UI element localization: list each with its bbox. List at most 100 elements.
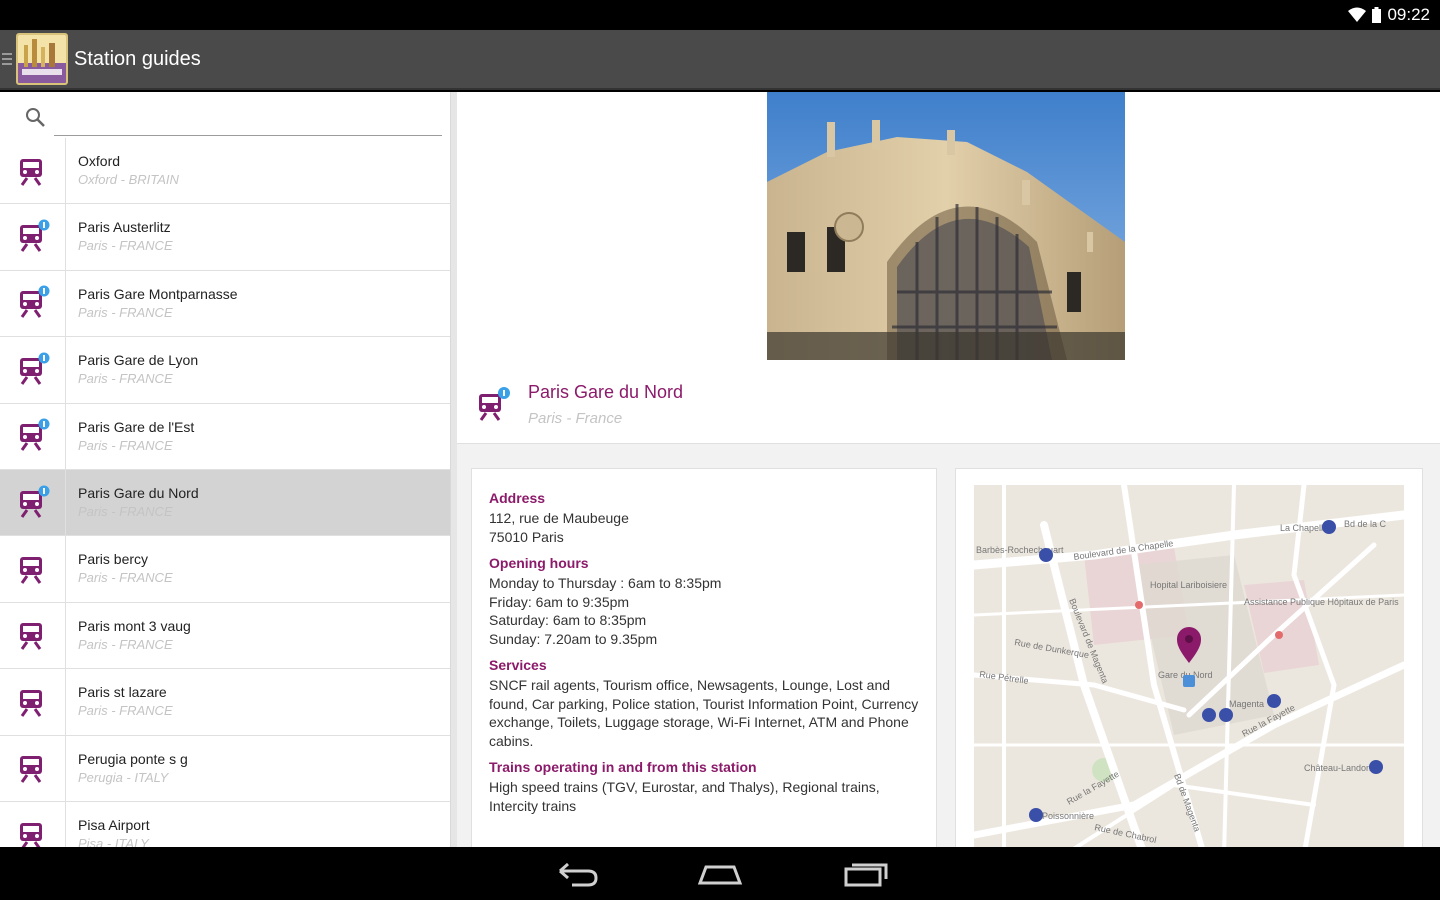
station-icon-cell xyxy=(0,669,66,735)
map-label: Poissonnière xyxy=(1042,811,1094,821)
station-icon-cell xyxy=(0,735,66,801)
map-card: Boulevard de la Chapelle Boulevard de Ma… xyxy=(955,468,1423,847)
station-location: Paris - FRANCE xyxy=(78,570,173,586)
station-icon-cell xyxy=(0,469,66,536)
station-header: Paris Gare du Nord Paris - France xyxy=(457,92,1440,444)
station-subtitle: Paris - France xyxy=(528,410,623,427)
train-icon xyxy=(19,285,49,319)
station-location: Paris - FRANCE xyxy=(78,503,173,519)
station-name: Perugia ponte s g xyxy=(78,750,188,767)
station-list-item[interactable]: Paris bercy Paris - FRANCE xyxy=(0,536,450,603)
station-name: Paris mont 3 vaug xyxy=(78,617,191,634)
map-label: Bd de la C xyxy=(1344,519,1387,529)
station-text: Oxford Oxford - BRITAIN xyxy=(66,138,179,203)
train-icon xyxy=(19,689,42,717)
search-bar xyxy=(0,92,450,138)
station-list-item[interactable]: Paris Gare de Lyon Paris - FRANCE xyxy=(0,337,450,404)
station-location: Paris - FRANCE xyxy=(78,238,173,254)
map-label: La Chapelle xyxy=(1280,523,1328,533)
station-text: Paris Gare du Nord Paris - FRANCE xyxy=(66,470,199,535)
hours-line: Monday to Thursday : 6am to 8:35pm xyxy=(489,575,722,591)
station-list-item[interactable]: Paris Austerlitz Paris - FRANCE xyxy=(0,204,450,271)
station-list-item[interactable]: Oxford Oxford - BRITAIN xyxy=(0,138,450,205)
drawer-indicator-icon[interactable] xyxy=(2,53,12,65)
trains-text: High speed trains (TGV, Eurostar, and Th… xyxy=(489,779,880,814)
train-icon xyxy=(19,352,49,385)
train-badge-icon xyxy=(479,387,510,421)
station-location: Paris - FRANCE xyxy=(78,304,173,320)
main-content: Oxford Oxford - BRITAIN Paris Austerlitz… xyxy=(0,92,1440,847)
station-location: Pisa - ITALY xyxy=(78,835,149,847)
home-icon[interactable] xyxy=(696,859,744,889)
station-text: Paris st lazare Paris - FRANCE xyxy=(66,669,173,734)
station-list: Oxford Oxford - BRITAIN Paris Austerlitz… xyxy=(0,138,450,847)
station-name: Paris Austerlitz xyxy=(78,219,171,236)
station-photo xyxy=(767,92,1125,360)
station-detail-pane: Paris Gare du Nord Paris - France Addres… xyxy=(457,92,1440,847)
station-text: Paris Austerlitz Paris - FRANCE xyxy=(66,204,173,269)
station-name: Pisa Airport xyxy=(78,816,150,833)
station-icon-cell xyxy=(0,403,66,469)
hours-line: Sunday: 7.20am to 9.35pm xyxy=(489,630,658,647)
map-label: Magenta xyxy=(1229,699,1264,709)
trains-heading: Trains operating in and from this statio… xyxy=(489,759,757,775)
address-heading: Address xyxy=(489,490,546,506)
station-name: Paris Gare de Lyon xyxy=(78,352,199,369)
address-text: 112, rue de Maubeuge 75010 Paris xyxy=(489,509,919,546)
services-text: SNCF rail agents, Tourism office, Newsag… xyxy=(489,677,919,749)
station-location: Paris - FRANCE xyxy=(78,703,173,719)
app-title: Station guides xyxy=(74,47,201,70)
search-icon xyxy=(26,108,45,127)
station-icon-cell xyxy=(0,204,66,270)
wifi-icon xyxy=(1348,7,1367,22)
station-list-item[interactable]: Paris Gare de l'Est Paris - FRANCE xyxy=(0,403,450,470)
station-list-item[interactable]: Paris st lazare Paris - FRANCE xyxy=(0,669,450,736)
station-icon-cell xyxy=(0,536,66,602)
station-text: Perugia ponte s g Perugia - ITALY xyxy=(66,736,188,801)
station-icon-cell xyxy=(0,337,66,403)
status-icons: 09:22 xyxy=(1348,5,1430,25)
train-icon xyxy=(19,822,42,847)
station-name: Oxford xyxy=(78,153,121,169)
station-icon-cell xyxy=(0,138,66,204)
hours-line: Saturday: 6am to 8:35pm xyxy=(489,612,647,628)
station-location: Paris - FRANCE xyxy=(78,437,173,453)
map-label: Château-Landon xyxy=(1304,763,1371,773)
station-name: Paris Gare Montparnasse xyxy=(78,285,238,302)
station-info-card: Address 112, rue de Maubeuge 75010 Paris… xyxy=(471,468,937,847)
navigation-bar xyxy=(0,847,1440,900)
station-location: Paris - FRANCE xyxy=(78,636,173,652)
train-icon xyxy=(19,219,49,252)
station-icon-cell xyxy=(0,602,66,669)
train-icon xyxy=(19,418,49,452)
station-text: Paris Gare Montparnasse Paris - FRANCE xyxy=(66,271,238,336)
station-location: Paris - FRANCE xyxy=(78,371,173,387)
app-logo[interactable] xyxy=(16,33,68,85)
search-input[interactable] xyxy=(54,102,442,136)
battery-icon xyxy=(1372,7,1382,23)
station-location: Perugia - ITALY xyxy=(78,769,169,785)
station-list-item[interactable]: Paris mont 3 vaug Paris - FRANCE xyxy=(0,602,450,670)
services-heading: Services xyxy=(489,657,547,673)
station-text: Paris Gare de Lyon Paris - FRANCE xyxy=(66,337,198,402)
station-text: Paris bercy Paris - FRANCE xyxy=(66,536,173,601)
station-list-pane: Oxford Oxford - BRITAIN Paris Austerlitz… xyxy=(0,92,451,847)
station-list-item[interactable]: Paris Gare Montparnasse Paris - FRANCE xyxy=(0,270,450,338)
hours-heading: Opening hours xyxy=(489,555,589,571)
station-list-item[interactable]: Paris Gare du Nord Paris - FRANCE xyxy=(0,469,450,537)
map-label: Assistance Publique Hôpitaux de Paris xyxy=(1244,597,1399,607)
clock: 09:22 xyxy=(1387,5,1430,24)
station-map[interactable]: Boulevard de la Chapelle Boulevard de Ma… xyxy=(974,485,1404,847)
status-bar: 09:22 xyxy=(0,0,1440,30)
station-title: Paris Gare du Nord xyxy=(528,382,684,402)
station-icon-cell xyxy=(0,801,66,847)
station-name: Paris Gare de l'Est xyxy=(78,418,195,435)
back-icon[interactable] xyxy=(552,859,600,889)
recent-apps-icon[interactable] xyxy=(842,859,890,889)
station-name: Paris bercy xyxy=(78,551,149,568)
train-icon xyxy=(19,557,42,584)
station-list-item[interactable]: Pisa Airport Pisa - ITALY xyxy=(0,801,450,847)
station-list-item[interactable]: Perugia ponte s g Perugia - ITALY xyxy=(0,735,450,802)
address-line: 112, rue de Maubeuge xyxy=(489,510,629,526)
map-label: Hopital Lariboisiere xyxy=(1150,580,1227,590)
